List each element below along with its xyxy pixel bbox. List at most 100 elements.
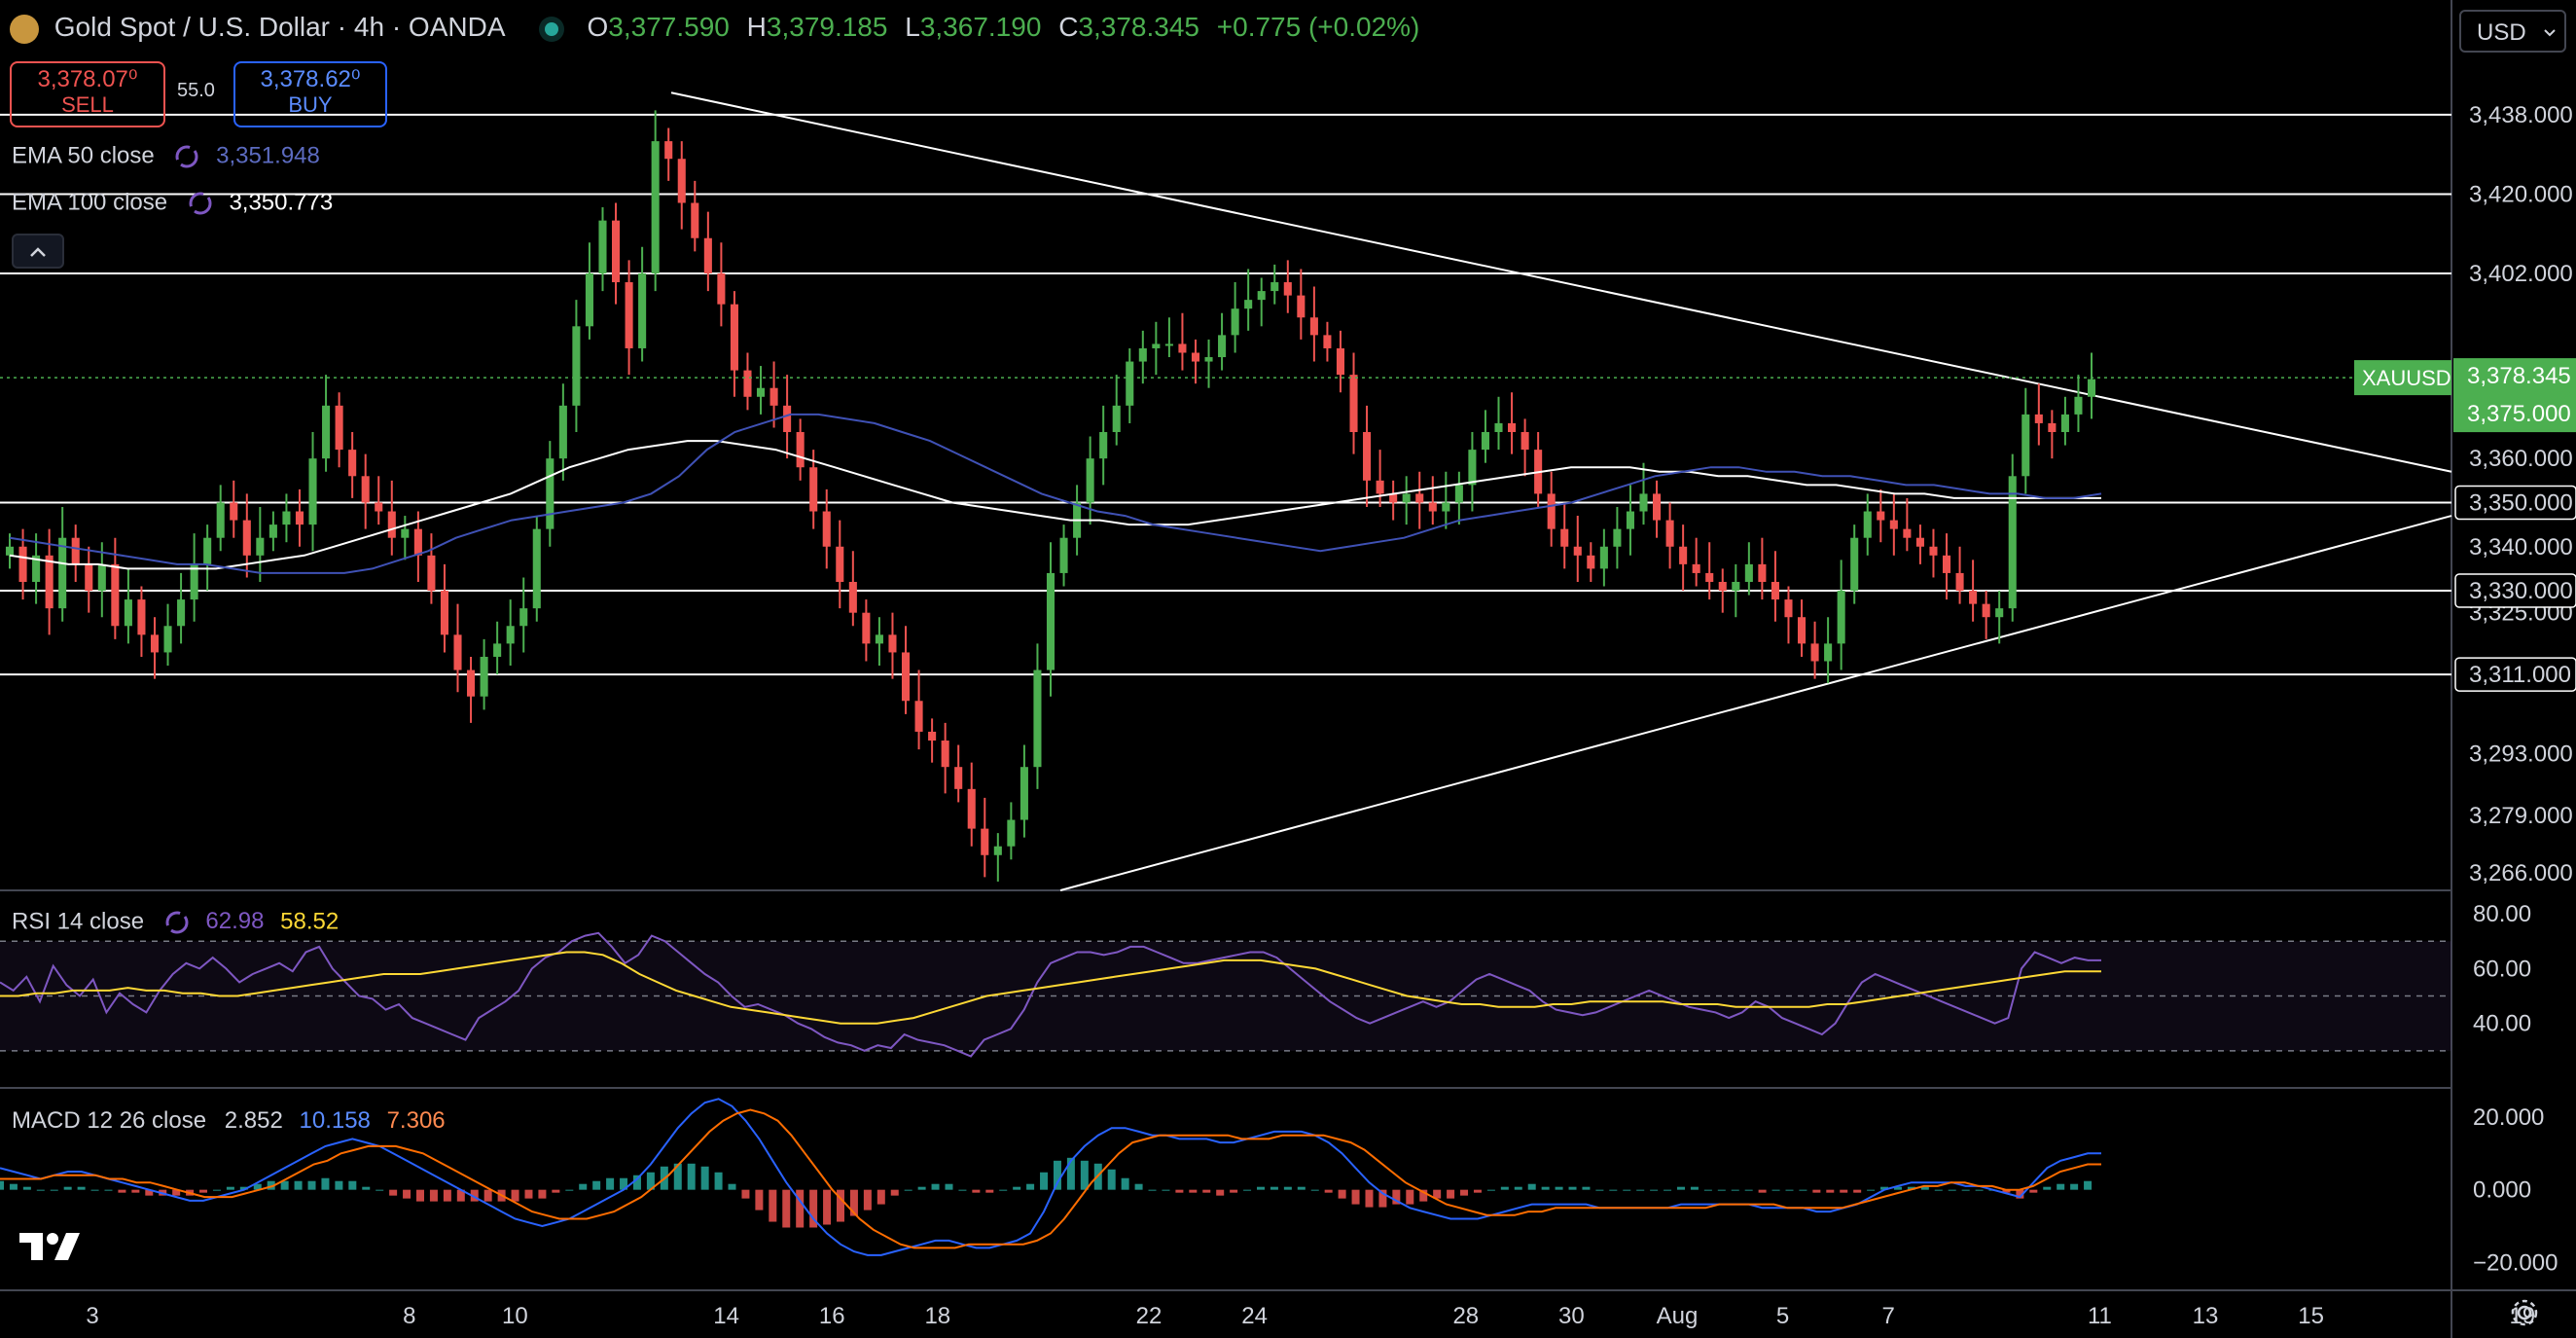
candle-body[interactable] — [612, 220, 621, 283]
candle-body[interactable] — [2021, 414, 2030, 477]
candle-body[interactable] — [177, 599, 186, 627]
candle-body[interactable] — [1508, 422, 1517, 433]
candle-body[interactable] — [216, 502, 225, 538]
symbol-title[interactable]: Gold Spot / U.S. Dollar · 4h · OANDA — [54, 12, 504, 42]
candle-body[interactable] — [875, 634, 883, 644]
buy-button[interactable]: 3,378.62⁰ BUY — [233, 61, 387, 127]
candle-body[interactable] — [1309, 317, 1318, 336]
collapse-legend-button[interactable] — [12, 234, 64, 269]
candle-body[interactable] — [163, 626, 172, 653]
candle-body[interactable] — [506, 626, 515, 644]
candle-body[interactable] — [2034, 414, 2043, 423]
currency-select[interactable]: USD — [2459, 10, 2566, 53]
candle-body[interactable] — [769, 387, 778, 406]
candle-body[interactable] — [1573, 546, 1582, 556]
candle-body[interactable] — [1257, 291, 1266, 301]
candle-body[interactable] — [230, 502, 238, 521]
tradingview-logo[interactable] — [18, 1228, 80, 1272]
candle-body[interactable] — [1915, 537, 1924, 547]
trendline-0[interactable] — [670, 91, 2452, 473]
candle-body[interactable] — [97, 563, 106, 592]
trendline-1[interactable] — [1059, 515, 2452, 891]
candle-body[interactable] — [1099, 432, 1108, 459]
candle-body[interactable] — [1059, 537, 1068, 573]
candle-body[interactable] — [862, 612, 871, 644]
candle-body[interactable] — [1771, 581, 1779, 600]
candle-body[interactable] — [1481, 432, 1489, 451]
candle-body[interactable] — [572, 326, 581, 406]
candle-body[interactable] — [967, 788, 976, 829]
candle-body[interactable] — [2048, 422, 2057, 433]
candle-body[interactable] — [1020, 767, 1028, 820]
ema100-legend[interactable]: EMA 100 close 3,350.773 — [12, 189, 333, 218]
sell-button[interactable]: 3,378.07⁰ SELL — [10, 61, 165, 127]
candle-body[interactable] — [1797, 617, 1807, 644]
candle-body[interactable] — [1824, 643, 1833, 662]
candle-body[interactable] — [361, 476, 370, 503]
candle-body[interactable] — [1402, 493, 1411, 503]
candle-body[interactable] — [1639, 493, 1648, 512]
candle-body[interactable] — [348, 450, 357, 477]
candle-body[interactable] — [308, 458, 317, 525]
candle-body[interactable] — [493, 643, 502, 657]
candle-body[interactable] — [717, 272, 726, 305]
candle-body[interactable] — [335, 405, 343, 451]
candle-body[interactable] — [71, 537, 80, 564]
candle-body[interactable] — [1718, 581, 1727, 592]
ema100-sync-icon[interactable] — [186, 189, 215, 218]
candle-body[interactable] — [295, 511, 304, 525]
candle-body[interactable] — [1138, 347, 1147, 362]
candle-body[interactable] — [137, 599, 146, 635]
candle-body[interactable] — [1415, 493, 1424, 503]
candle-body[interactable] — [268, 524, 277, 538]
candle-body[interactable] — [677, 159, 686, 203]
candle-body[interactable] — [18, 546, 27, 582]
candle-body[interactable] — [1982, 603, 1990, 618]
ema50-legend[interactable]: EMA 50 close 3,351.948 — [12, 142, 320, 171]
candle-body[interactable] — [322, 405, 331, 459]
candle-body[interactable] — [1877, 511, 1885, 521]
candle-body[interactable] — [1112, 405, 1121, 433]
candle-body[interactable] — [467, 669, 476, 697]
candle-body[interactable] — [1164, 344, 1173, 346]
candle-body[interactable] — [2008, 476, 2017, 609]
rsi-legend[interactable]: RSI 14 close 62.98 58.52 — [12, 908, 339, 937]
candle-body[interactable] — [1705, 572, 1714, 582]
candle-body[interactable] — [1889, 520, 1898, 529]
candle-body[interactable] — [664, 141, 673, 160]
candle-body[interactable] — [1560, 528, 1569, 547]
candle-body[interactable] — [1863, 511, 1872, 538]
candle-body[interactable] — [1613, 528, 1622, 547]
candle-body[interactable] — [203, 537, 212, 564]
candle-body[interactable] — [1692, 563, 1700, 573]
candle-body[interactable] — [993, 846, 1002, 855]
candle-body[interactable] — [703, 237, 712, 273]
candle-body[interactable] — [242, 520, 251, 556]
candle-body[interactable] — [1810, 643, 1819, 662]
candle-body[interactable] — [1587, 555, 1595, 569]
candle-body[interactable] — [585, 272, 593, 327]
candle-body[interactable] — [888, 634, 897, 653]
candle-body[interactable] — [1903, 528, 1912, 538]
candle-body[interactable] — [2087, 379, 2096, 397]
candle-body[interactable] — [111, 563, 120, 627]
candle-body[interactable] — [1626, 511, 1634, 529]
candle-body[interactable] — [954, 767, 963, 789]
candle-body[interactable] — [1323, 335, 1332, 348]
ema50-sync-icon[interactable] — [172, 142, 201, 171]
candle-body[interactable] — [1732, 581, 1740, 592]
candle-body[interactable] — [1442, 502, 1450, 512]
candle-body[interactable] — [453, 634, 462, 670]
candle-body[interactable] — [783, 405, 792, 433]
candle-body[interactable] — [1336, 347, 1345, 376]
candle-body[interactable] — [45, 555, 54, 609]
candle-body[interactable] — [901, 652, 911, 702]
candle-body[interactable] — [1007, 819, 1016, 847]
candle-body[interactable] — [1599, 546, 1608, 569]
candle-body[interactable] — [1191, 352, 1200, 362]
candle-body[interactable] — [796, 432, 805, 468]
candle-body[interactable] — [1376, 480, 1384, 494]
candle-body[interactable] — [1784, 599, 1793, 618]
candle-body[interactable] — [387, 511, 396, 538]
candle-body[interactable] — [691, 202, 699, 238]
